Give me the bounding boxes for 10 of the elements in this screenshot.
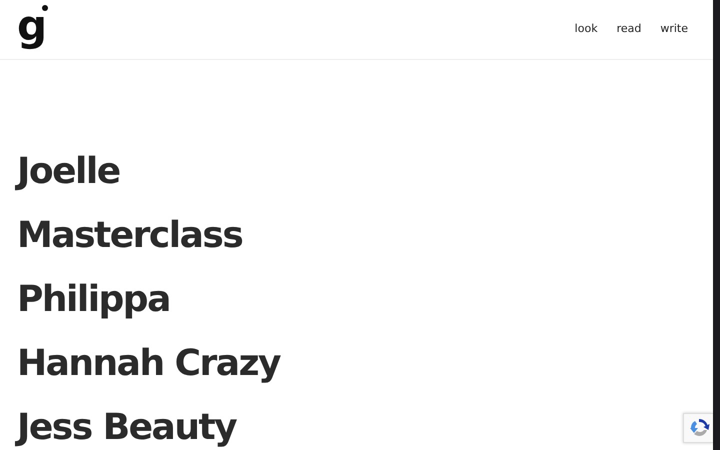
nav-link[interactable]: write — [660, 21, 688, 38]
nav-link[interactable]: read — [616, 21, 642, 38]
nav-link[interactable]: look — [574, 21, 598, 38]
project-title[interactable]: Joelle — [17, 148, 120, 195]
project-title[interactable]: Hannah Crazy — [17, 340, 280, 387]
project-title[interactable]: Philippa — [17, 276, 170, 323]
recaptcha-icon — [688, 417, 710, 439]
project-title[interactable]: Masterclass — [17, 212, 242, 259]
scrollbar[interactable] — [713, 0, 720, 450]
project-title[interactable]: Jess Beauty — [17, 404, 236, 450]
